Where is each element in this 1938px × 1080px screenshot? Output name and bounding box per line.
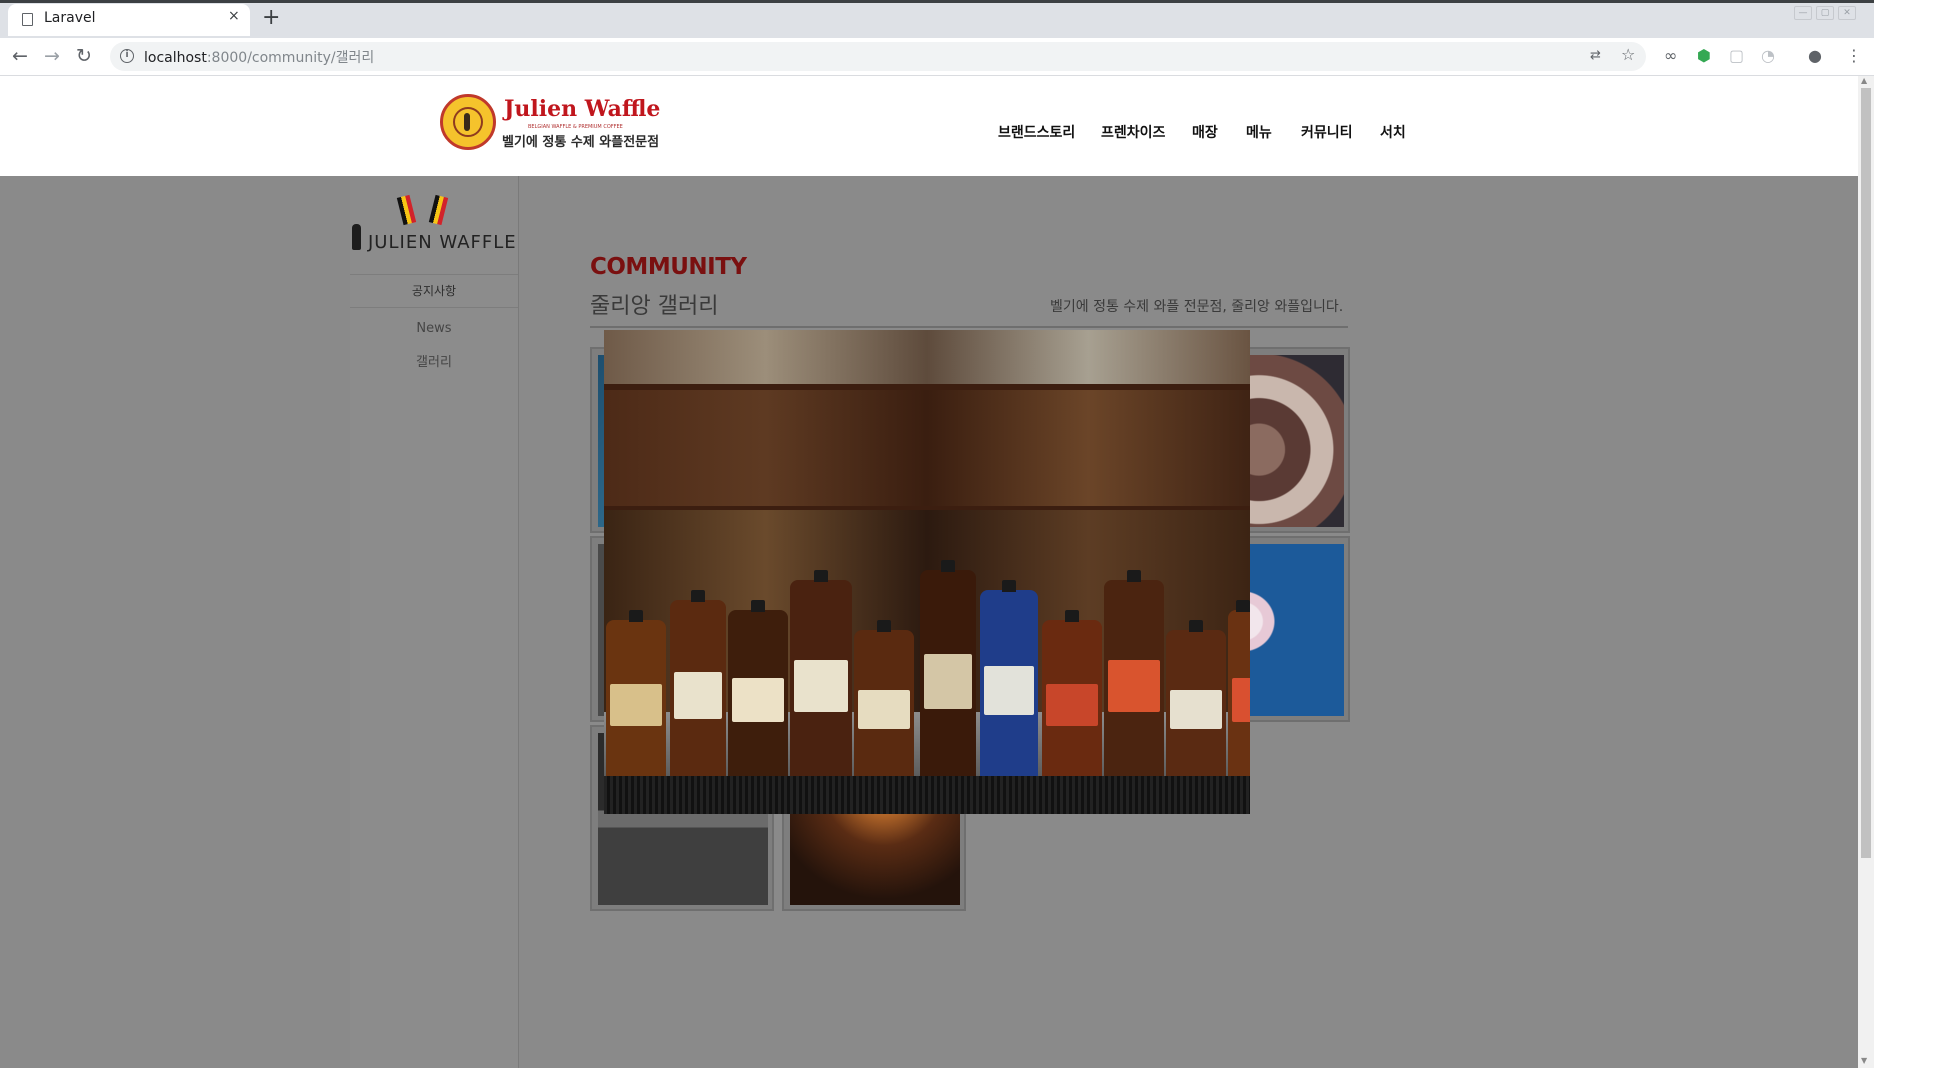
scroll-down-icon[interactable]: ▼ — [1861, 1056, 1867, 1065]
tab-title: Laravel — [44, 10, 96, 26]
belgian-flag-icon — [428, 194, 449, 226]
reload-icon[interactable]: ↻ — [76, 45, 92, 67]
menu-dots-icon[interactable]: ⋮ — [1846, 47, 1862, 65]
logo-seal-icon — [440, 94, 496, 150]
translate-icon[interactable]: ⇄ — [1590, 47, 1601, 65]
extension-link-icon[interactable]: ∞ — [1664, 47, 1677, 65]
extension-shield-icon[interactable]: ⬢ — [1697, 47, 1711, 65]
nav-store[interactable]: 매장 — [1192, 122, 1218, 142]
nav-franchise[interactable]: 프렌차이즈 — [1101, 122, 1165, 142]
site-header: Julien Waffle BELGIAN WAFFLE & PREMIUM C… — [0, 76, 1858, 176]
browser-chrome: Laravel × + — ▢ ✕ ← → ↻ i localhost:8000… — [0, 0, 1874, 76]
url-text[interactable]: localhost:8000/community/갤러리 — [144, 47, 374, 67]
document-icon — [22, 13, 33, 26]
vertical-scrollbar[interactable]: ▲ ▼ — [1858, 76, 1874, 1068]
bar-mat — [604, 776, 1250, 814]
sidebar-section-title[interactable]: 공지사항 — [350, 274, 518, 308]
site-info-icon[interactable]: i — [120, 49, 134, 63]
page-title: COMMUNITY — [590, 254, 747, 280]
lightbox-image[interactable] — [604, 330, 1250, 814]
close-tab-icon[interactable]: × — [228, 8, 240, 24]
browser-tab[interactable]: Laravel × — [8, 4, 250, 36]
sidebar-brand: JULIEN WAFFLE — [368, 232, 517, 253]
url-host: localhost — [144, 50, 207, 66]
minimize-window-icon[interactable]: — — [1794, 6, 1812, 20]
nav-brand-story[interactable]: 브랜드스토리 — [998, 122, 1075, 142]
new-tab-button[interactable]: + — [262, 7, 280, 29]
address-bar[interactable]: i localhost:8000/community/갤러리 ⇄ ☆ — [110, 42, 1646, 71]
scroll-up-icon[interactable]: ▲ — [1861, 76, 1867, 85]
url-path: :8000/community/갤러리 — [206, 50, 375, 66]
nav-search[interactable]: 서치 — [1380, 122, 1406, 142]
brand-tagline: BELGIAN WAFFLE & PREMIUM COFFEE — [528, 124, 623, 130]
nav-menu[interactable]: 메뉴 — [1246, 122, 1272, 142]
scrollbar-thumb[interactable] — [1861, 88, 1871, 858]
page-description: 벨기에 정통 수제 와플 전문점, 줄리앙 와플입니다. — [1050, 299, 1344, 315]
manneken-figure-icon — [352, 224, 361, 250]
bookmark-star-icon[interactable]: ☆ — [1621, 46, 1635, 64]
sidebar-item-news[interactable]: News — [350, 321, 518, 336]
sidebar-item-gallery[interactable]: 갤러리 — [350, 351, 518, 370]
page-viewport: Julien Waffle BELGIAN WAFFLE & PREMIUM C… — [0, 76, 1858, 1068]
page-subtitle: 줄리앙 갤러리 — [590, 294, 719, 319]
middle-shelf — [604, 390, 1250, 510]
extension-box-icon[interactable]: ▢ — [1729, 47, 1744, 65]
brand-korean-tagline: 벨기에 정통 수제 와플전문점 — [502, 135, 660, 150]
title-divider — [590, 326, 1348, 328]
extension-face-icon[interactable]: ◔ — [1761, 47, 1775, 65]
profile-avatar-icon[interactable]: ● — [1808, 47, 1822, 65]
belgian-flag-icon — [396, 194, 417, 226]
site-logo[interactable]: Julien Waffle BELGIAN WAFFLE & PREMIUM C… — [436, 90, 660, 154]
forward-arrow-icon[interactable]: → — [44, 45, 60, 67]
close-window-icon[interactable]: ✕ — [1838, 6, 1856, 20]
sidebar: JULIEN WAFFLE 공지사항 News 갤러리 — [350, 176, 519, 1068]
brand-name: Julien Waffle — [504, 96, 661, 122]
window-top-border — [0, 0, 1874, 3]
top-shelf-bottles — [604, 330, 1250, 388]
restore-window-icon[interactable]: ▢ — [1816, 6, 1834, 20]
sidebar-logo: JULIEN WAFFLE — [352, 194, 517, 254]
browser-toolbar: ← → ↻ i localhost:8000/community/갤러리 ⇄ ☆… — [0, 38, 1874, 76]
back-arrow-icon[interactable]: ← — [12, 45, 28, 67]
nav-community[interactable]: 커뮤니티 — [1301, 122, 1353, 142]
